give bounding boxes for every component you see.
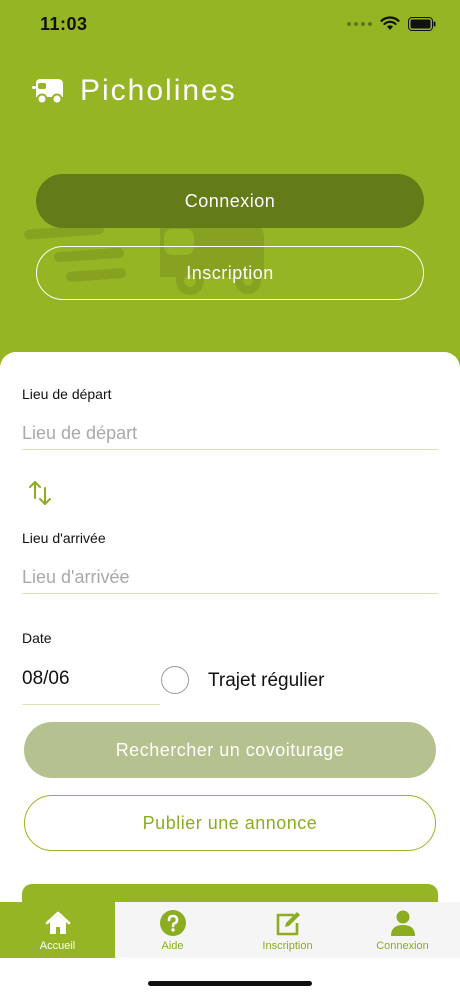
- user-icon: [390, 910, 415, 936]
- tab-register[interactable]: Inscription: [230, 902, 345, 958]
- help-icon: [159, 910, 186, 936]
- tab-home[interactable]: Accueil: [0, 902, 115, 958]
- tab-login[interactable]: Connexion: [345, 902, 460, 958]
- tab-help-label: Aide: [161, 940, 184, 952]
- regular-trip-radio[interactable]: [161, 666, 189, 694]
- tab-login-label: Connexion: [376, 940, 429, 952]
- arrival-label: Lieu d'arrivée: [22, 530, 106, 546]
- swap-locations-icon[interactable]: [26, 478, 56, 508]
- date-label: Date: [22, 630, 52, 646]
- status-time: 11:03: [40, 14, 88, 34]
- app-title: Picholines: [80, 74, 237, 107]
- register-button[interactable]: Inscription: [36, 246, 424, 300]
- arrival-input[interactable]: [22, 562, 438, 594]
- home-icon: [45, 911, 70, 934]
- departure-input[interactable]: [22, 418, 438, 450]
- hero-header: 11:03 Picholines Connexion Inscription: [0, 0, 460, 380]
- bottom-tab-bar: Accueil Aide Inscription Connexion: [0, 902, 460, 958]
- departure-label: Lieu de départ: [22, 386, 112, 402]
- status-bar: 11:03: [0, 0, 460, 52]
- tab-help[interactable]: Aide: [115, 902, 230, 958]
- wifi-icon: [380, 16, 400, 30]
- van-logo-icon: [32, 79, 63, 105]
- status-indicators: [347, 16, 436, 31]
- home-area: [0, 958, 460, 996]
- date-field[interactable]: 08/06: [22, 668, 70, 690]
- brand: Picholines: [32, 74, 237, 108]
- tab-home-label: Accueil: [39, 940, 76, 952]
- regular-trip-label[interactable]: Trajet régulier: [208, 670, 325, 692]
- battery-icon: [408, 16, 436, 31]
- cellular-signal-icon: [347, 21, 372, 26]
- tab-register-label: Inscription: [262, 940, 313, 952]
- home-indicator[interactable]: [148, 981, 312, 986]
- edit-icon: [276, 912, 300, 936]
- date-underline: [22, 704, 160, 705]
- search-carpool-button[interactable]: Rechercher un covoiturage: [24, 722, 436, 778]
- login-button[interactable]: Connexion: [36, 174, 424, 228]
- publish-listing-button[interactable]: Publier une annonce: [24, 795, 436, 851]
